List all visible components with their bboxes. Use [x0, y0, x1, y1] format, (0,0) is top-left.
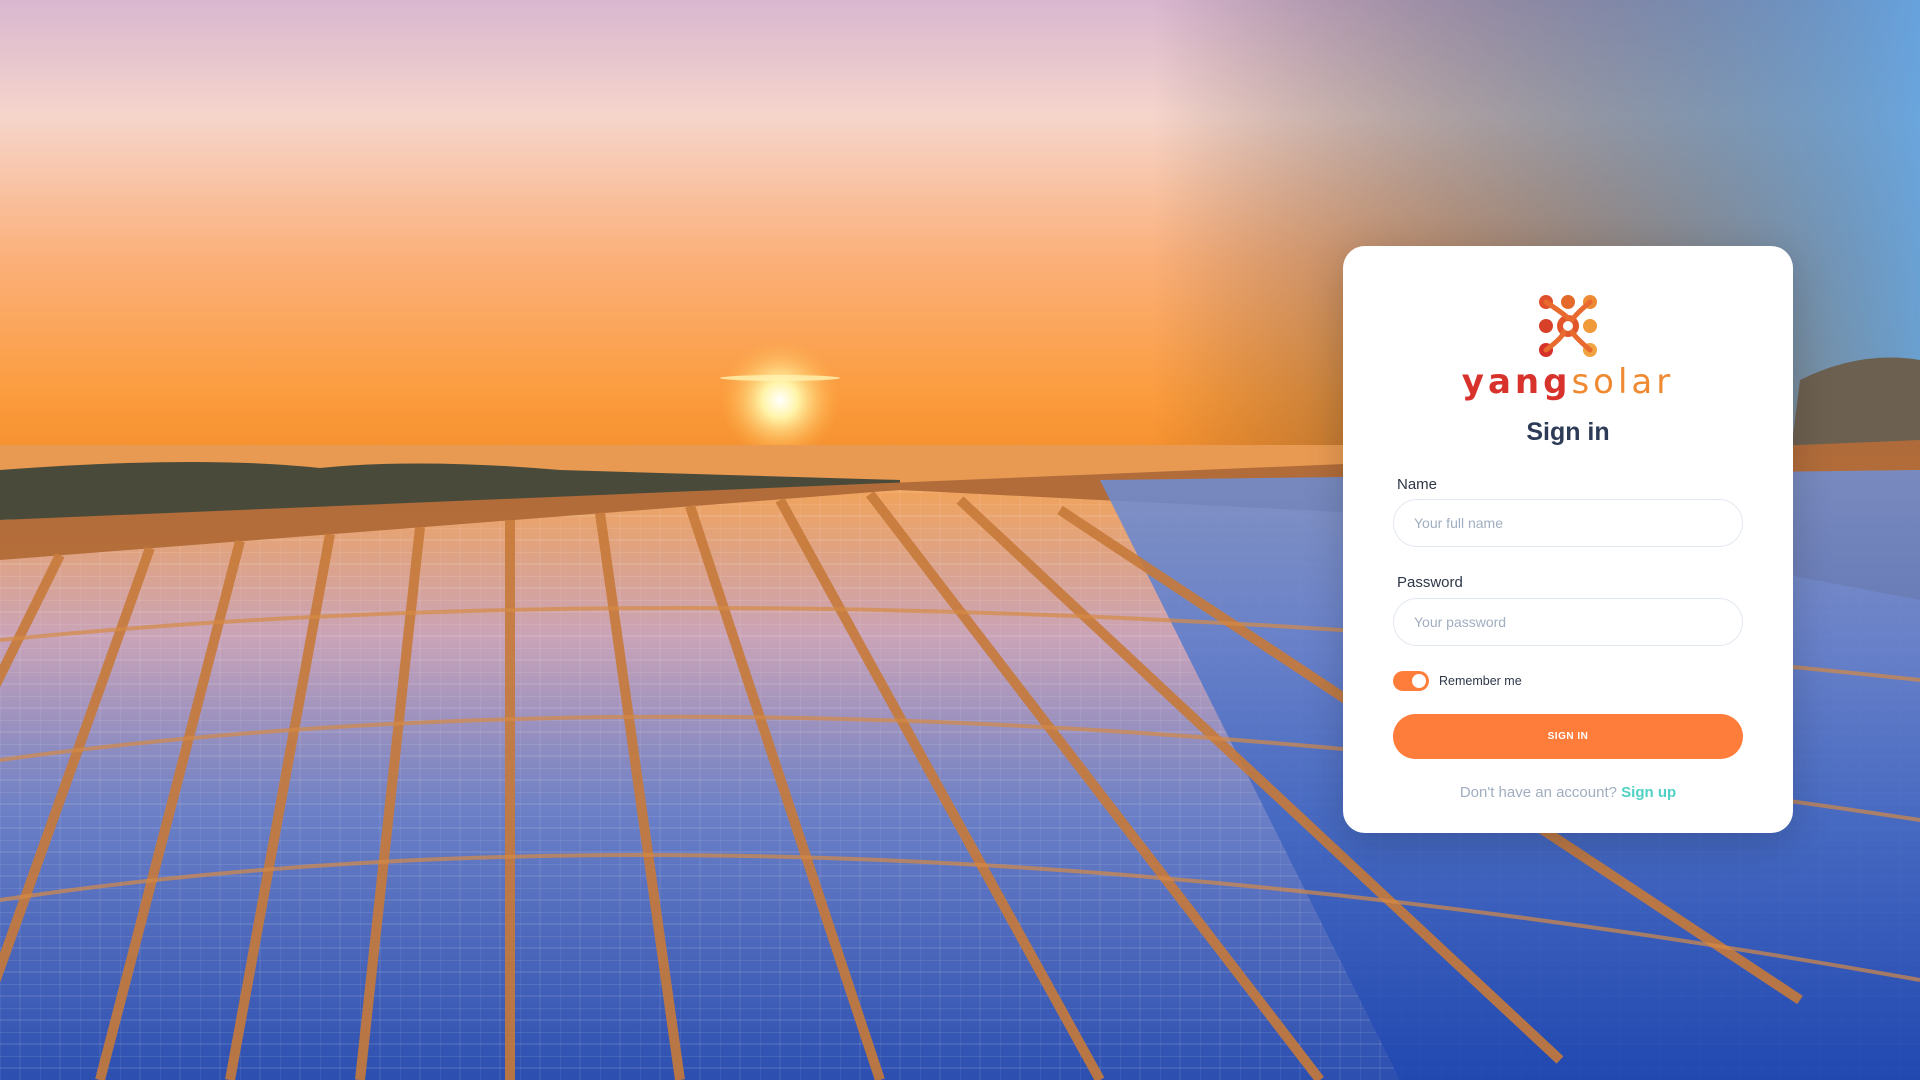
brand-part-solar: solar [1571, 362, 1675, 402]
page-title: Sign in [1526, 418, 1610, 446]
brand-wordmark: yangsolar [1343, 362, 1793, 402]
password-input[interactable] [1393, 598, 1743, 646]
remember-me-toggle[interactable] [1393, 671, 1429, 691]
signup-prompt: Don't have an account? Sign up [1343, 784, 1793, 801]
name-input[interactable] [1393, 499, 1743, 547]
sign-in-card: yangsolar Sign in Name Password Remember… [1343, 246, 1793, 833]
brand-logo: yangsolar [1343, 294, 1793, 402]
sign-in-button[interactable]: SIGN IN [1393, 714, 1743, 759]
remember-me-label: Remember me [1439, 674, 1522, 688]
sign-up-link[interactable]: Sign up [1621, 784, 1676, 801]
name-label: Name [1397, 476, 1438, 493]
signup-prompt-text: Don't have an account? [1459, 784, 1617, 801]
toggle-knob [1412, 674, 1426, 688]
yangsolar-logo-icon [1539, 295, 1597, 357]
remember-me-row: Remember me [1393, 671, 1522, 691]
brand-part-yang: yang [1461, 362, 1572, 402]
password-label: Password [1397, 574, 1463, 591]
